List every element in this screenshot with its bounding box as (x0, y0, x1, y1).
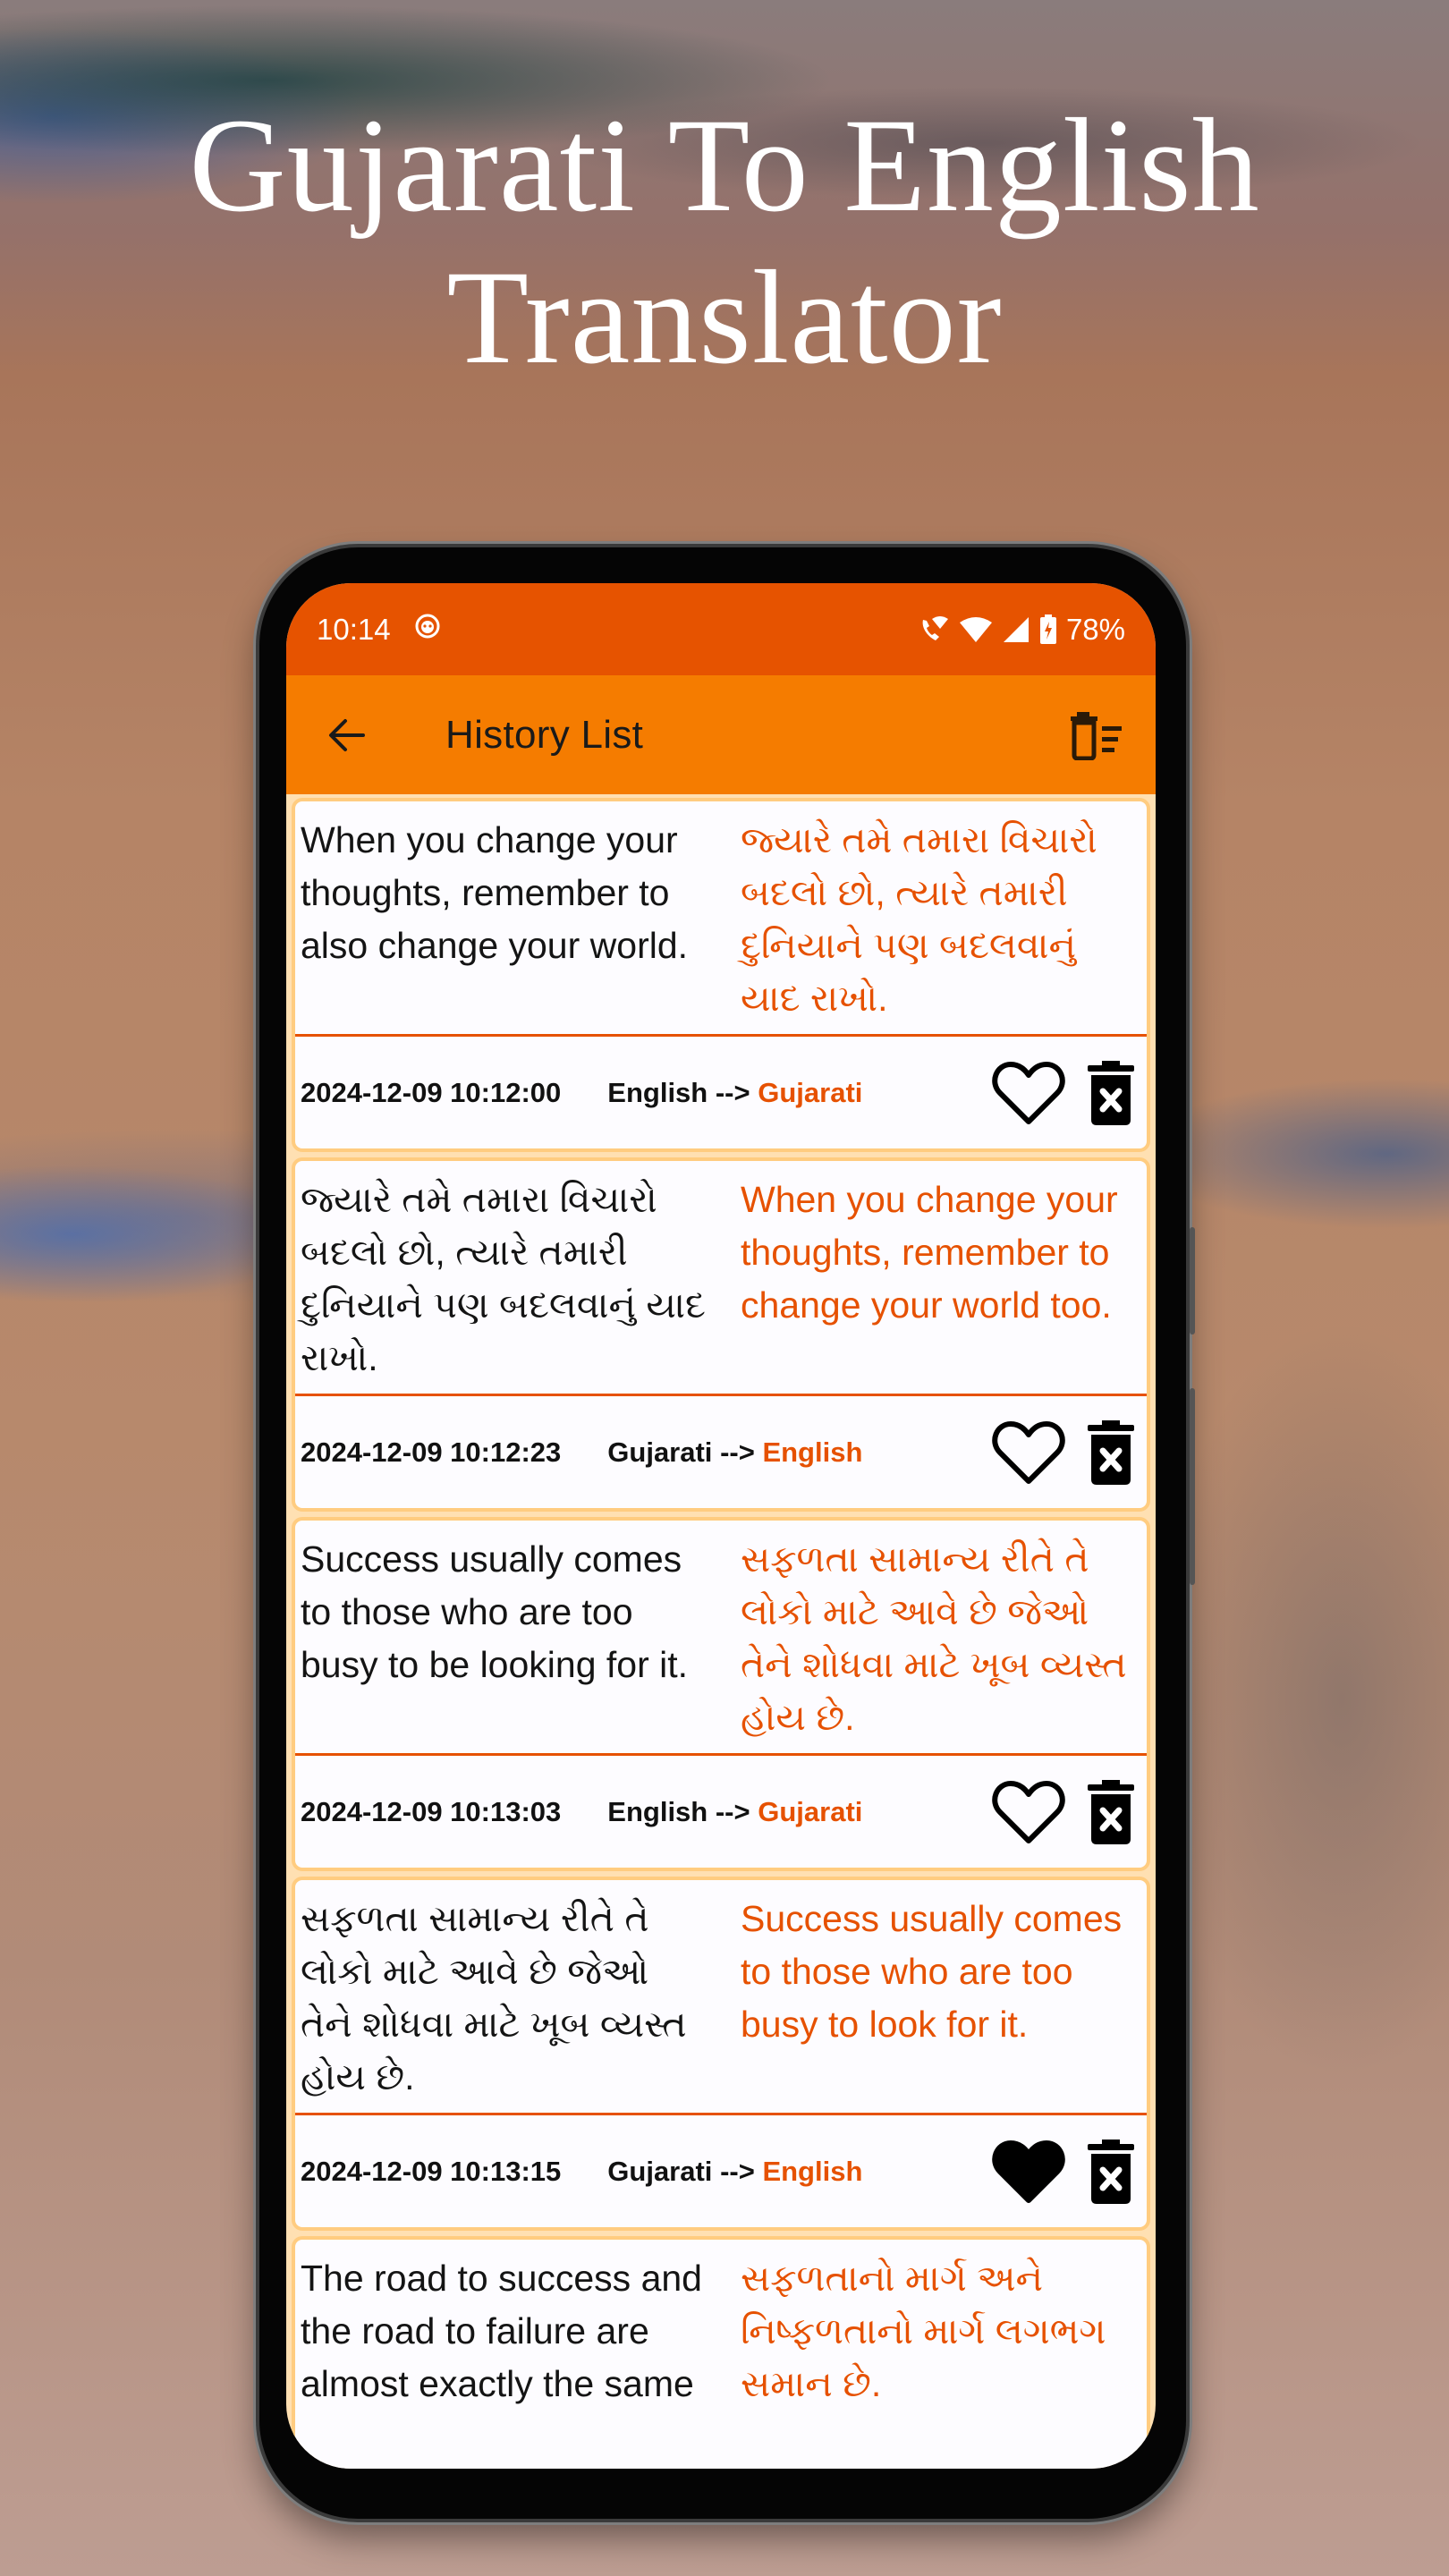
history-item[interactable]: સફળતા સામાન્ય રીતે તે લોકો માટે આવે છે જ… (292, 1877, 1150, 2231)
language-direction: English --> Gujarati (607, 1796, 862, 1828)
delete-item-button[interactable] (1086, 2138, 1136, 2206)
app-toolbar: History List (286, 675, 1156, 794)
trash-x-icon (1088, 1779, 1134, 1844)
history-item-meta: 2024-12-09 10:13:03 English --> Gujarati (295, 1756, 1147, 1868)
wifi-icon (959, 616, 993, 643)
phone-side-button (1190, 1227, 1195, 1335)
to-language: English (762, 2155, 863, 2187)
phone-frame: 10:14 78% History List When you change y… (259, 547, 1195, 2519)
history-item-texts: The road to success and the road to fail… (295, 2240, 1147, 2469)
from-language: English (607, 1795, 708, 1827)
history-item-texts: Success usually comes to those who are t… (295, 1521, 1147, 1756)
timestamp: 2024-12-09 10:12:00 (301, 1076, 562, 1108)
phone-volume-button (1190, 1388, 1195, 1585)
heart-outline-icon (992, 1780, 1065, 1843)
clear-history-button[interactable] (1061, 699, 1132, 771)
timestamp: 2024-12-09 10:12:23 (301, 1436, 562, 1468)
from-language: Gujarati (607, 2155, 713, 2187)
history-item-texts: સફળતા સામાન્ય રીતે તે લોકો માટે આવે છે જ… (295, 1880, 1147, 2115)
direction-arrow: --> (715, 1795, 750, 1827)
translated-text: જ્યારે તમે તમારા વિચારો બદલો છો, ત્યારે … (741, 819, 1097, 1019)
source-text: જ્યારે તમે તમારા વિચારો બદલો છો, ત્યારે … (301, 1179, 706, 1378)
trash-x-icon (1088, 1060, 1134, 1125)
language-direction: English --> Gujarati (607, 1077, 862, 1109)
headline-line-2: Translator (446, 243, 1003, 392)
arrow-left-icon (329, 718, 365, 751)
delete-sweep-icon (1071, 711, 1122, 760)
trash-x-icon (1088, 2139, 1134, 2204)
history-item-texts: When you change your thoughts, remember … (295, 801, 1147, 1037)
to-language: English (762, 1436, 863, 1468)
history-item[interactable]: Success usually comes to those who are t… (292, 1517, 1150, 1871)
translated-text: સફળતા સામાન્ય રીતે તે લોકો માટે આવે છે જ… (741, 1538, 1127, 1738)
favorite-button[interactable] (991, 2138, 1066, 2206)
source-text: Success usually comes to those who are t… (301, 1538, 689, 1685)
from-language: English (607, 1076, 708, 1108)
headline-line-1: Gujarati To English (189, 91, 1260, 240)
back-button[interactable] (320, 708, 374, 762)
language-direction: Gujarati --> English (607, 1436, 862, 1469)
timestamp: 2024-12-09 10:13:03 (301, 1795, 562, 1827)
source-text: The road to success and the road to fail… (301, 2258, 702, 2404)
history-item-meta: 2024-12-09 10:13:15 Gujarati --> English (295, 2115, 1147, 2227)
delete-item-button[interactable] (1086, 1778, 1136, 1846)
translated-text: Success usually comes to those who are t… (741, 1898, 1123, 2045)
history-item-meta: 2024-12-09 10:12:00 English --> Gujarati (295, 1037, 1147, 1148)
status-time: 10:14 (317, 612, 391, 646)
cellular-signal-icon (1002, 616, 1030, 643)
history-item[interactable]: The road to success and the road to fail… (292, 2236, 1150, 2469)
to-language: Gujarati (758, 1076, 863, 1108)
favorite-button[interactable] (991, 1419, 1066, 1487)
favorite-button[interactable] (991, 1778, 1066, 1846)
battery-percent: 78% (1065, 612, 1125, 646)
wifi-calling-icon (918, 614, 950, 645)
delete-item-button[interactable] (1086, 1419, 1136, 1487)
page-title: History List (445, 712, 644, 757)
source-text: સફળતા સામાન્ય રીતે તે લોકો માટે આવે છે જ… (301, 1898, 687, 2097)
heart-outline-icon (992, 1420, 1065, 1484)
to-language: Gujarati (758, 1795, 863, 1827)
history-item-texts: જ્યારે તમે તમારા વિચારો બદલો છો, ત્યારે … (295, 1161, 1147, 1396)
direction-arrow: --> (715, 1076, 750, 1108)
history-item[interactable]: જ્યારે તમે તમારા વિચારો બદલો છો, ત્યારે … (292, 1157, 1150, 1512)
status-bar: 10:14 78% (286, 583, 1156, 675)
favorite-button[interactable] (991, 1059, 1066, 1127)
from-language: Gujarati (607, 1436, 713, 1468)
battery-charging-icon (1039, 614, 1057, 645)
translated-text: સફળતાનો માર્ગ અને નિષ્ફળતાનો માર્ગ લગભગ … (741, 2258, 1106, 2404)
direction-arrow: --> (720, 2155, 755, 2187)
source-text: When you change your thoughts, remember … (301, 819, 689, 966)
direction-arrow: --> (720, 1436, 755, 1468)
history-list: When you change your thoughts, remember … (286, 794, 1156, 2469)
promo-headline: Gujarati To English Translator (0, 89, 1449, 394)
history-item[interactable]: When you change your thoughts, remember … (292, 798, 1150, 1152)
history-item-meta: 2024-12-09 10:12:23 Gujarati --> English (295, 1396, 1147, 1508)
trash-x-icon (1088, 1419, 1134, 1485)
app-screen: 10:14 78% History List When you change y… (286, 583, 1156, 2469)
app-notification-icon (414, 613, 441, 647)
delete-item-button[interactable] (1086, 1059, 1136, 1127)
language-direction: Gujarati --> English (607, 2156, 862, 2188)
heart-outline-icon (992, 1061, 1065, 1124)
timestamp: 2024-12-09 10:13:15 (301, 2155, 562, 2187)
translated-text: When you change your thoughts, remember … (741, 1179, 1118, 1326)
heart-filled-icon (992, 2140, 1065, 2203)
